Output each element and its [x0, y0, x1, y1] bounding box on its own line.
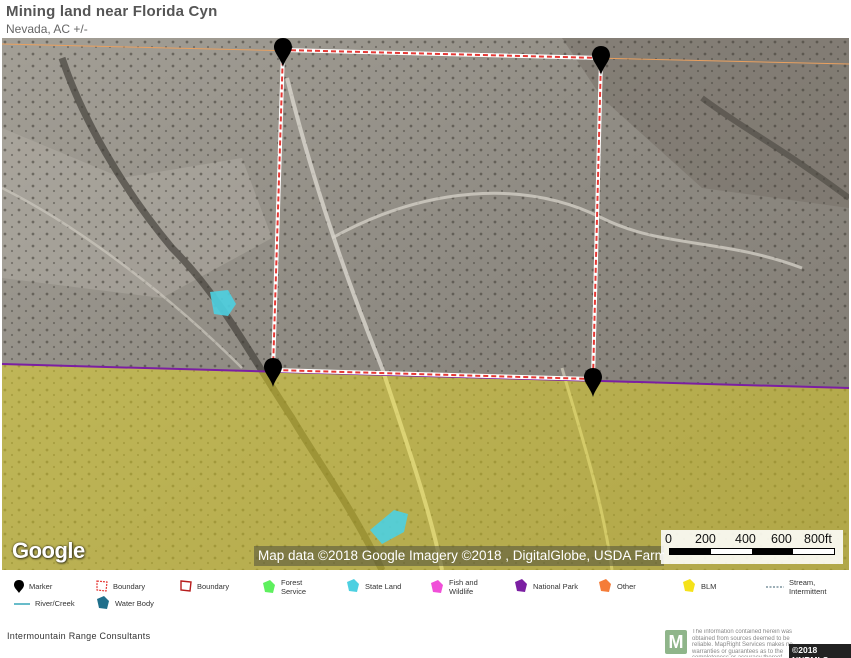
map-imagery: [2, 38, 849, 570]
mapright-logo: M: [665, 630, 687, 654]
forest-service-icon: [263, 580, 275, 593]
boundary-dashed-icon: [96, 580, 108, 592]
blm-icon: [683, 579, 695, 592]
legend-item-forest-service: Forest Service: [262, 578, 306, 596]
fish-wildlife-icon: [431, 580, 443, 593]
legend-item-state-land: State Land: [346, 579, 401, 593]
scale-bar: 0 200 400 600 800ft: [661, 530, 843, 564]
scale-segment: [752, 549, 793, 554]
scale-track: [669, 548, 835, 555]
scale-label: 600: [771, 532, 792, 546]
stream-intermittent-icon: [766, 586, 784, 588]
legend-item-blm: BLM: [682, 579, 716, 593]
state-land-icon: [347, 579, 359, 592]
page-subtitle: Nevada, AC +/-: [6, 22, 88, 36]
river-creek-icon: [14, 602, 30, 605]
scale-label: 0: [665, 532, 672, 546]
water-body-icon: [97, 596, 109, 609]
page-title: Mining land near Florida Cyn: [6, 3, 218, 20]
satellite-map[interactable]: Google Map data ©2018 Google Imagery ©20…: [2, 38, 849, 570]
legend-item-river-creek: River/Creek: [14, 599, 75, 608]
legend-item-boundary-dashed: Boundary: [96, 580, 145, 592]
legend-item-boundary-solid: Boundary: [180, 580, 229, 592]
map-legend: Marker Boundary Boundary Forest Service …: [0, 575, 851, 617]
scale-label: 800ft: [804, 532, 832, 546]
scale-label: 200: [695, 532, 716, 546]
legend-item-national-park: National Park: [514, 579, 578, 593]
boundary-solid-icon: [180, 580, 192, 592]
map-attribution[interactable]: Map data ©2018 Google Imagery ©2018 , Di…: [254, 546, 664, 566]
company-name: Intermountain Range Consultants: [7, 631, 151, 641]
copyright-badge: ©2018 NNRMLS: [789, 644, 851, 658]
scale-segment: [670, 549, 711, 554]
google-logo: Google: [12, 538, 85, 563]
legend-item-marker: Marker: [14, 580, 52, 593]
marker-icon: [14, 580, 24, 593]
other-icon: [599, 579, 611, 592]
national-park-icon: [515, 579, 527, 592]
legend-item-fish-wildlife: Fish and Wildlife: [430, 578, 478, 596]
legend-item-water-body: Water Body: [96, 596, 154, 610]
legend-item-stream-intermittent: Stream, Intermittent: [766, 578, 827, 596]
map-header: Mining land near Florida Cyn Nevada, AC …: [6, 3, 217, 36]
legend-item-other: Other: [598, 579, 636, 593]
scale-label: 400: [735, 532, 756, 546]
